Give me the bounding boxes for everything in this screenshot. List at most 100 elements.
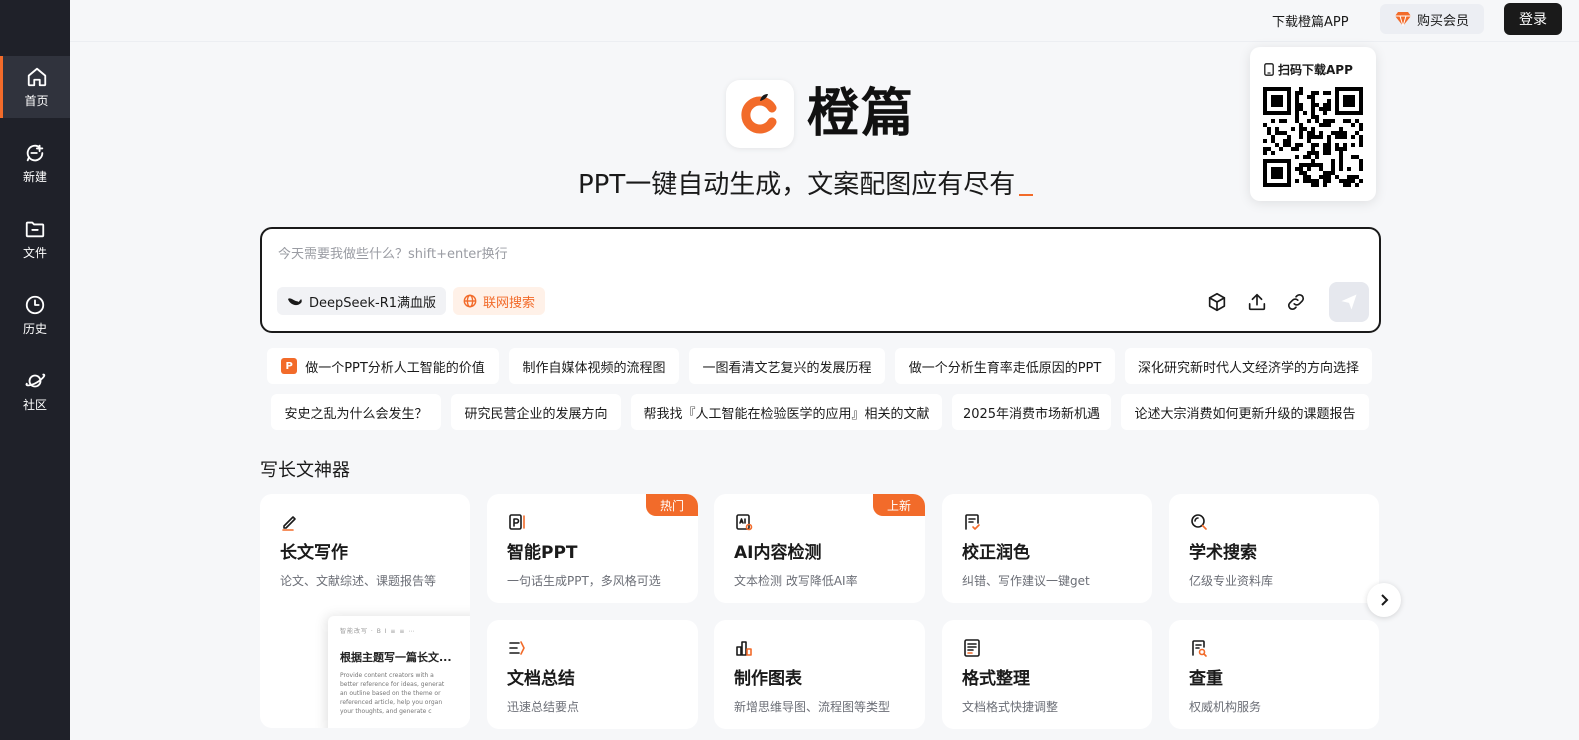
globe-icon	[463, 294, 477, 308]
card-desc: 文档格式快捷调整	[962, 700, 1059, 714]
new-badge: 上新	[873, 494, 925, 516]
sidebar-item-label: 历史	[22, 321, 47, 336]
buy-vip-label: 购买会员	[1416, 13, 1469, 29]
card-title: 制作图表	[734, 669, 802, 689]
link-icon	[1287, 293, 1305, 311]
suggestion-chip[interactable]: 一图看清文艺复兴的发展历程	[689, 348, 885, 384]
card-title: 学术搜索	[1189, 543, 1257, 563]
upload-button[interactable]	[1246, 291, 1268, 313]
diamond-icon	[1394, 12, 1411, 26]
phone-icon	[1264, 63, 1274, 76]
prompt-input[interactable]	[278, 247, 1178, 262]
card-title: 文档总结	[507, 669, 575, 689]
folder-icon	[25, 221, 45, 237]
card-title: AI内容检测	[734, 543, 822, 563]
tool-card-smart-ppt[interactable]: 智能PPT 一句话生成PPT，多风格可选 热门	[487, 494, 698, 603]
proofread-icon	[962, 512, 982, 532]
card-desc: 迅速总结要点	[507, 700, 580, 714]
summary-icon	[507, 638, 527, 658]
card-title: 格式整理	[962, 669, 1030, 689]
qr-code-image	[1263, 87, 1363, 187]
card-desc: 文本检测 改写降低AI率	[734, 574, 858, 588]
login-button[interactable]: 登录	[1504, 3, 1562, 35]
search-icon	[1189, 512, 1209, 532]
hot-badge: 热门	[646, 494, 698, 516]
cube-icon	[1208, 292, 1226, 312]
qr-download-popup: 扫码下载APP	[1250, 47, 1376, 201]
sidebar: 首页 新建 文件 历史 社区	[0, 0, 70, 740]
suggestion-chip[interactable]: 深化研究新时代人文经济学的方向选择	[1125, 348, 1372, 384]
card-title: 智能PPT	[507, 543, 578, 563]
attach-link-button[interactable]	[1285, 291, 1307, 313]
tool-card-ai-detect[interactable]: AI内容检测 文本检测 改写降低AI率 上新	[714, 494, 925, 603]
tool-card-make-chart[interactable]: 制作图表 新增思维导图、流程图等类型	[714, 620, 925, 729]
pen-icon	[280, 512, 300, 532]
suggestion-chip[interactable]: 制作自媒体视频的流程图	[509, 348, 679, 384]
card-title: 查重	[1189, 669, 1223, 689]
tool-card-long-writing[interactable]: 长文写作 论文、文献综述、课题报告等 智能改写 · B I ≡ ≡ ⋯ 根据主题…	[260, 494, 470, 728]
planet-icon	[25, 373, 46, 387]
send-icon	[1341, 294, 1357, 310]
tool-card-academic-search[interactable]: 学术搜索 亿级专业资料库	[1169, 494, 1379, 603]
sidebar-item-label: 社区	[22, 397, 47, 412]
format-icon	[962, 638, 982, 658]
plagiarism-icon	[1189, 638, 1209, 658]
tool-card-format[interactable]: 格式整理 文档格式快捷调整	[942, 620, 1152, 729]
suggestion-chip[interactable]: 论述大宗消费如何更新升级的课题报告	[1121, 394, 1369, 430]
suggestion-chip[interactable]: 做一个分析生育率走低原因的PPT	[895, 348, 1115, 384]
card-desc: 一句话生成PPT，多风格可选	[507, 574, 661, 588]
new-chat-icon	[26, 144, 44, 161]
model-selector-chip[interactable]: DeepSeek-R1满血版	[277, 287, 447, 315]
tool-card-plagiarism[interactable]: 查重 权威机构服务	[1169, 620, 1379, 729]
prompt-box: DeepSeek-R1满血版 联网搜索	[260, 227, 1381, 333]
sidebar-item-label: 新建	[22, 169, 47, 184]
brand-name: 橙篇	[807, 84, 916, 144]
carousel-next-button[interactable]	[1367, 583, 1401, 617]
brand-logo	[726, 80, 794, 148]
tool-card-proofread[interactable]: 校正润色 纠错、写作建议一键get	[942, 494, 1152, 603]
web-search-chip[interactable]: 联网搜索	[453, 287, 546, 315]
home-icon	[27, 67, 46, 86]
ppt-icon	[507, 512, 527, 532]
sidebar-item-label: 文件	[22, 245, 47, 260]
model-label: DeepSeek-R1满血版	[309, 295, 437, 311]
section-title: 写长文神器	[260, 460, 350, 481]
sidebar-item-home[interactable]: 首页	[0, 56, 70, 118]
sidebar-item-label: 首页	[24, 93, 49, 108]
slogan: PPT一键自动生成，文案配图应有尽有	[578, 168, 1034, 202]
card-title: 校正润色	[962, 543, 1030, 563]
card-desc: 论文、文献综述、课题报告等	[280, 574, 437, 588]
suggestion-chip[interactable]: 帮我找『人工智能在检验医学的应用』相关的文献	[631, 394, 942, 430]
cube-tool-button[interactable]	[1206, 291, 1228, 313]
typing-caret	[1019, 194, 1034, 196]
tool-card-doc-summary[interactable]: 文档总结 迅速总结要点	[487, 620, 698, 729]
clock-icon	[25, 295, 45, 314]
card-desc: 新增思维导图、流程图等类型	[734, 700, 891, 714]
chart-icon	[734, 638, 754, 658]
top-bar: 下载橙篇APP 购买会员 登录	[70, 0, 1579, 42]
web-search-label: 联网搜索	[483, 295, 536, 311]
orange-logo-icon	[741, 94, 777, 134]
whale-icon	[288, 298, 302, 306]
suggestion-chip[interactable]: P 做一个PPT分析人工智能的价值	[267, 348, 499, 384]
suggestion-chip[interactable]: 2025年消费市场新机遇	[952, 394, 1111, 430]
upload-icon	[1248, 293, 1266, 311]
send-button[interactable]	[1329, 282, 1369, 322]
writing-preview-image: 智能改写 · B I ≡ ≡ ⋯ 根据主题写一篇长文... Provide co…	[328, 616, 470, 728]
card-desc: 纠错、写作建议一键get	[962, 574, 1090, 588]
card-desc: 亿级专业资料库	[1189, 574, 1274, 588]
suggestion-chip[interactable]: 研究民营企业的发展方向	[451, 394, 621, 430]
sidebar-item-history[interactable]: 历史	[0, 284, 70, 346]
download-app-link[interactable]: 下载橙篇APP	[1272, 11, 1349, 30]
card-desc: 权威机构服务	[1189, 700, 1262, 714]
ai-detect-icon	[734, 512, 754, 532]
sidebar-item-files[interactable]: 文件	[0, 208, 70, 270]
suggestion-chip[interactable]: 安史之乱为什么会发生？	[271, 394, 441, 430]
ppt-badge-icon: P	[281, 358, 298, 374]
sidebar-item-community[interactable]: 社区	[0, 360, 70, 422]
card-title: 长文写作	[280, 543, 348, 563]
chevron-right-icon	[1381, 594, 1389, 606]
sidebar-item-new[interactable]: 新建	[0, 132, 70, 194]
qr-title: 扫码下载APP	[1264, 61, 1353, 78]
buy-vip-button[interactable]: 购买会员	[1380, 4, 1484, 34]
